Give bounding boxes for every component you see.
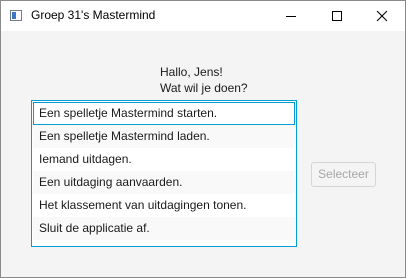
greeting-line-2: Wat wil je doen? xyxy=(160,81,248,95)
greeting-line-1: Hallo, Jens! xyxy=(160,65,223,79)
maximize-icon xyxy=(332,11,342,21)
close-icon xyxy=(376,10,388,22)
list-item-accept-challenge[interactable]: Een uitdaging aanvaarden. xyxy=(33,171,295,194)
minimize-button[interactable] xyxy=(268,1,314,31)
action-list[interactable]: Een spelletje Mastermind starten. Een sp… xyxy=(31,100,297,247)
select-button[interactable]: Selecteer xyxy=(311,162,376,187)
window-title: Groep 31's Mastermind xyxy=(31,8,156,22)
list-item-start-game[interactable]: Een spelletje Mastermind starten. xyxy=(33,102,295,125)
close-button[interactable] xyxy=(359,1,405,31)
list-item-close-app[interactable]: Sluit de applicatie af. xyxy=(33,217,295,240)
maximize-button[interactable] xyxy=(314,1,360,31)
list-item-load-game[interactable]: Een spelletje Mastermind laden. xyxy=(33,125,295,148)
list-item-ranking[interactable]: Het klassement van uitdagingen tonen. xyxy=(33,194,295,217)
list-item-challenge[interactable]: Iemand uitdagen. xyxy=(33,148,295,171)
minimize-icon xyxy=(286,16,296,17)
greeting-text: Hallo, Jens! Wat wil je doen? xyxy=(160,64,248,96)
app-icon xyxy=(10,10,22,21)
app-window: Groep 31's Mastermind Hallo, Jens! Wat w… xyxy=(0,0,406,278)
title-bar[interactable]: Groep 31's Mastermind xyxy=(1,1,405,31)
